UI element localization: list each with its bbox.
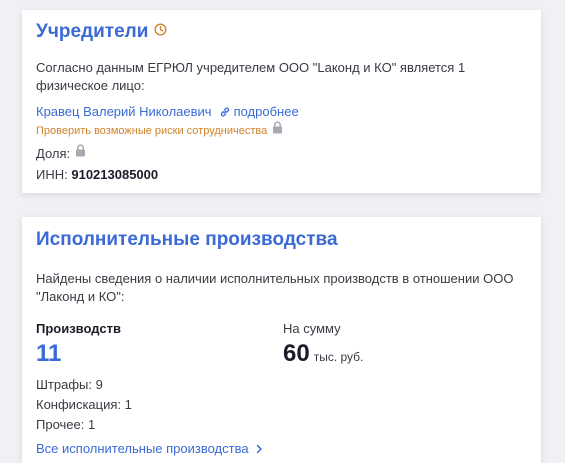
clock-icon[interactable] <box>154 19 167 43</box>
enforcement-description: Найдены сведения о наличии исполнительны… <box>36 271 514 304</box>
sum-unit: тыс. руб. <box>313 350 364 364</box>
sum-label: На сумму <box>283 321 341 336</box>
enforcement-stats: Штрафы: 9 Конфискация: 1 Прочее: 1 <box>36 375 527 435</box>
founders-card: Учредители Согласно данным ЕГРЮЛ учредит… <box>22 10 541 193</box>
chevron-right-icon <box>256 444 262 453</box>
lock-icon <box>272 121 283 139</box>
inn-value: 910213085000 <box>71 167 159 183</box>
founders-title-text: Учредители <box>36 21 149 43</box>
confiscation-stat: Конфискация: 1 <box>36 397 132 412</box>
more-link-label: подробнее <box>233 104 299 120</box>
founder-row: Кравец Валерий Николаевич подробнее <box>36 104 527 119</box>
inn-label: ИНН: <box>36 167 68 183</box>
enforcement-title: Исполнительные производства <box>36 229 338 250</box>
inn-row: ИНН: 910213085000 <box>36 166 527 184</box>
more-link[interactable]: подробнее <box>219 104 299 119</box>
risk-row: Проверить возможные риски сотрудничества <box>36 121 527 140</box>
fines-stat: Штрафы: 9 <box>36 377 103 392</box>
founder-name-link[interactable]: Кравец Валерий Николаевич <box>36 104 212 119</box>
enforcement-summary: Производств 11 На сумму 60 тыс. руб. <box>36 321 527 369</box>
count-value[interactable]: 11 <box>36 339 283 369</box>
lock-icon <box>75 144 86 162</box>
risk-check-link[interactable]: Проверить возможные риски сотрудничества <box>36 125 267 137</box>
all-enforcement-link-label: Все исполнительные производства <box>36 441 249 456</box>
count-label: Производств <box>36 321 121 336</box>
founders-title: Учредители <box>36 20 527 44</box>
all-enforcement-link[interactable]: Все исполнительные производства <box>36 441 527 456</box>
link-icon <box>220 107 229 117</box>
sum-block: На сумму 60 тыс. руб. <box>283 321 363 369</box>
sum-value: 60 <box>283 340 310 367</box>
share-row: Доля: <box>36 144 527 163</box>
count-block: Производств 11 <box>36 321 283 369</box>
founders-description: Согласно данным ЕГРЮЛ учредителем ООО "L… <box>36 60 466 94</box>
share-label: Доля: <box>36 146 71 162</box>
enforcement-card: Исполнительные производства Найдены свед… <box>22 217 541 463</box>
other-stat: Прочее: 1 <box>36 417 96 432</box>
